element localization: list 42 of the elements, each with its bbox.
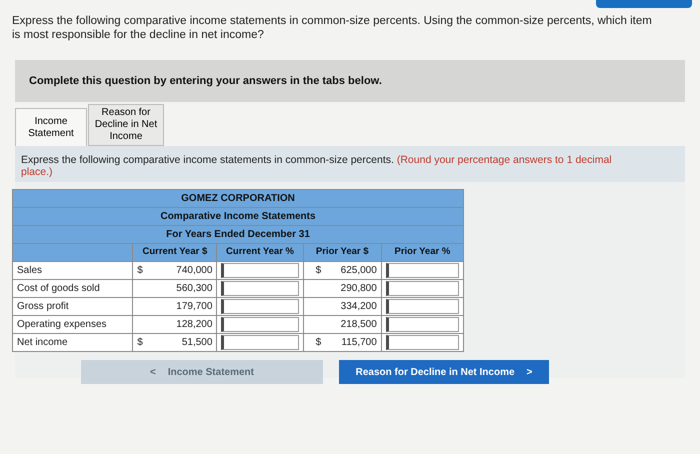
table-heading: Comparative Income Statements: [12, 208, 464, 226]
row-label: Cost of goods sold: [12, 280, 133, 298]
amount-cell-text: 625,000: [340, 264, 377, 278]
column-header: Prior Year %: [381, 244, 464, 262]
next-tab-button[interactable]: Reason for Decline in Net Income >: [339, 360, 549, 384]
currency-sign: $: [137, 336, 143, 350]
amount-cell-text: 740,000: [176, 264, 212, 278]
instructions-banner: Complete this question by entering your answers in the tabs below.: [15, 60, 685, 102]
instruction-text: Express the following comparative income statements in common-size percents. (Round your percentage answers to 1 decimal place.): [15, 146, 685, 182]
percent-input[interactable]: [221, 299, 299, 314]
tab[interactable]: Reason for Decline in Net Income: [88, 104, 164, 146]
percent-input[interactable]: [221, 335, 299, 350]
table-heading: GOMEZ CORPORATION: [12, 190, 464, 208]
row-label: Gross profit: [12, 298, 133, 316]
amount-cell-text: 560,300: [176, 282, 212, 296]
row-label: Sales: [12, 262, 133, 280]
percent-input[interactable]: [221, 317, 299, 332]
currency-sign: $: [137, 264, 143, 278]
question-text: Express the following comparative income statements in common-size percents. Using the common-size percents, which item is most responsible for the decline in net income?: [12, 14, 653, 42]
amount-cell-text: 218,500: [340, 318, 377, 332]
percent-input[interactable]: [386, 317, 459, 332]
amount-cell-text: 51,500: [182, 336, 212, 350]
column-header: Prior Year $: [303, 244, 382, 262]
amount-cell-text: 290,800: [340, 282, 377, 296]
amount-cell-text: 179,700: [176, 300, 212, 314]
column-header: Current Year %: [216, 244, 304, 262]
table-heading: For Years Ended December 31: [12, 226, 464, 244]
percent-input[interactable]: [221, 281, 299, 296]
row-label: Net income: [12, 334, 133, 352]
column-header: Current Year $: [132, 244, 217, 262]
percent-input[interactable]: [221, 263, 299, 278]
percent-input[interactable]: [386, 335, 459, 350]
row-label: Operating expenses: [12, 316, 133, 334]
tab[interactable]: Income Statement: [15, 108, 87, 146]
amount-cell-text: 334,200: [340, 300, 377, 314]
currency-sign: $: [316, 264, 322, 278]
amount-cell-text: 128,200: [176, 318, 212, 332]
percent-input[interactable]: [386, 299, 459, 314]
percent-input[interactable]: [386, 281, 459, 296]
amount-cell-text: 115,700: [341, 336, 377, 350]
currency-sign: $: [316, 336, 322, 350]
percent-input[interactable]: [386, 263, 459, 278]
